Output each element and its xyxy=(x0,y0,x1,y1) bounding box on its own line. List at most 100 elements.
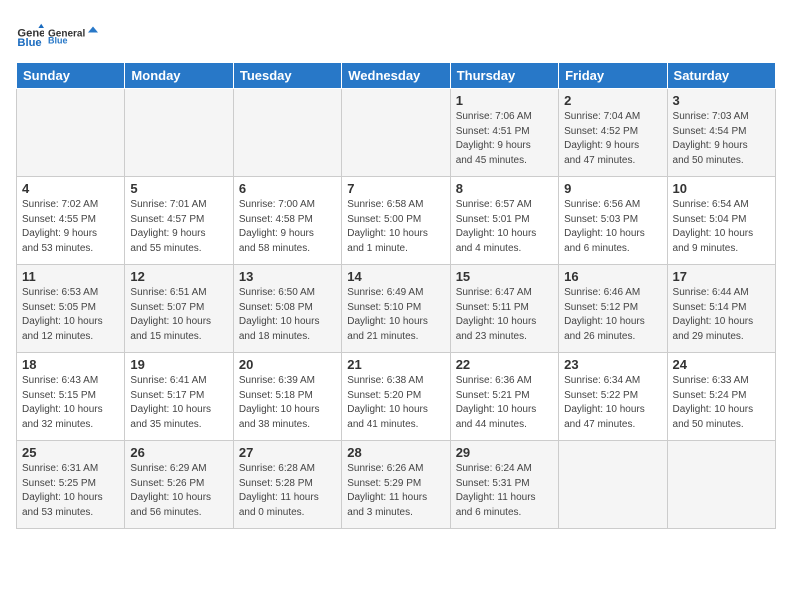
day-info: Sunrise: 6:56 AM Sunset: 5:03 PM Dayligh… xyxy=(564,198,661,256)
day-number: 13 xyxy=(239,269,336,284)
day-number: 6 xyxy=(239,181,336,196)
day-info: Sunrise: 6:44 AM Sunset: 5:14 PM Dayligh… xyxy=(673,286,770,344)
day-number: 15 xyxy=(456,269,553,284)
day-info: Sunrise: 6:50 AM Sunset: 5:08 PM Dayligh… xyxy=(239,286,336,344)
calendar-day-6: 6 Sunrise: 7:00 AM Sunset: 4:58 PM Daylig… xyxy=(233,177,341,265)
calendar-week-row: 1 Sunrise: 7:06 AM Sunset: 4:51 PM Daylig… xyxy=(17,89,776,177)
day-number: 1 xyxy=(456,93,553,108)
day-number: 19 xyxy=(130,357,227,372)
day-info: Sunrise: 6:34 AM Sunset: 5:22 PM Dayligh… xyxy=(564,374,661,432)
calendar-day-23: 23 Sunrise: 6:34 AM Sunset: 5:22 PM Dayli… xyxy=(559,353,667,441)
day-info: Sunrise: 6:39 AM Sunset: 5:18 PM Dayligh… xyxy=(239,374,336,432)
day-number: 26 xyxy=(130,445,227,460)
calendar-day-7: 7 Sunrise: 6:58 AM Sunset: 5:00 PM Daylig… xyxy=(342,177,450,265)
day-number: 23 xyxy=(564,357,661,372)
calendar-day-18: 18 Sunrise: 6:43 AM Sunset: 5:15 PM Dayli… xyxy=(17,353,125,441)
calendar-day-10: 10 Sunrise: 6:54 AM Sunset: 5:04 PM Dayli… xyxy=(667,177,775,265)
calendar-day-15: 15 Sunrise: 6:47 AM Sunset: 5:11 PM Dayli… xyxy=(450,265,558,353)
calendar-day-8: 8 Sunrise: 6:57 AM Sunset: 5:01 PM Daylig… xyxy=(450,177,558,265)
calendar-day-28: 28 Sunrise: 6:26 AM Sunset: 5:29 PM Dayli… xyxy=(342,441,450,529)
day-number: 29 xyxy=(456,445,553,460)
day-info: Sunrise: 6:58 AM Sunset: 5:00 PM Dayligh… xyxy=(347,198,444,256)
day-number: 18 xyxy=(22,357,119,372)
day-number: 20 xyxy=(239,357,336,372)
day-info: Sunrise: 6:54 AM Sunset: 5:04 PM Dayligh… xyxy=(673,198,770,256)
day-info: Sunrise: 6:36 AM Sunset: 5:21 PM Dayligh… xyxy=(456,374,553,432)
logo-svg: General Blue xyxy=(48,16,98,54)
weekday-header-tuesday: Tuesday xyxy=(233,63,341,89)
calendar-day-9: 9 Sunrise: 6:56 AM Sunset: 5:03 PM Daylig… xyxy=(559,177,667,265)
day-info: Sunrise: 6:41 AM Sunset: 5:17 PM Dayligh… xyxy=(130,374,227,432)
calendar-day-21: 21Sunrise: 6:38 AM Sunset: 5:20 PM Dayli… xyxy=(342,353,450,441)
day-info: Sunrise: 6:57 AM Sunset: 5:01 PM Dayligh… xyxy=(456,198,553,256)
svg-text:Blue: Blue xyxy=(48,36,68,46)
calendar-day-19: 19 Sunrise: 6:41 AM Sunset: 5:17 PM Dayli… xyxy=(125,353,233,441)
logo-wordmark: General Blue xyxy=(48,16,98,54)
day-number: 25 xyxy=(22,445,119,460)
weekday-header-sunday: Sunday xyxy=(17,63,125,89)
day-number: 9 xyxy=(564,181,661,196)
logo: General Blue General Blue xyxy=(16,16,98,54)
calendar-empty-cell xyxy=(17,89,125,177)
calendar-day-1: 1 Sunrise: 7:06 AM Sunset: 4:51 PM Daylig… xyxy=(450,89,558,177)
day-number: 2 xyxy=(564,93,661,108)
day-info: Sunrise: 7:06 AM Sunset: 4:51 PM Dayligh… xyxy=(456,110,553,168)
calendar-body: 1 Sunrise: 7:06 AM Sunset: 4:51 PM Daylig… xyxy=(17,89,776,529)
day-number: 7 xyxy=(347,181,444,196)
day-info: Sunrise: 7:02 AM Sunset: 4:55 PM Dayligh… xyxy=(22,198,119,256)
day-number: 16 xyxy=(564,269,661,284)
day-number: 3 xyxy=(673,93,770,108)
day-info: Sunrise: 6:49 AM Sunset: 5:10 PM Dayligh… xyxy=(347,286,444,344)
calendar-day-5: 5Sunrise: 7:01 AM Sunset: 4:57 PM Daylig… xyxy=(125,177,233,265)
calendar-empty-cell xyxy=(667,441,775,529)
svg-text:Blue: Blue xyxy=(17,37,41,49)
day-info: Sunrise: 7:00 AM Sunset: 4:58 PM Dayligh… xyxy=(239,198,336,256)
calendar-empty-cell xyxy=(342,89,450,177)
day-info: Sunrise: 6:43 AM Sunset: 5:15 PM Dayligh… xyxy=(22,374,119,432)
day-number: 10 xyxy=(673,181,770,196)
weekday-header-wednesday: Wednesday xyxy=(342,63,450,89)
calendar-day-12: 12 Sunrise: 6:51 AM Sunset: 5:07 PM Dayli… xyxy=(125,265,233,353)
day-info: Sunrise: 7:03 AM Sunset: 4:54 PM Dayligh… xyxy=(673,110,770,168)
calendar-day-24: 24 Sunrise: 6:33 AM Sunset: 5:24 PM Dayli… xyxy=(667,353,775,441)
calendar-day-2: 2 Sunrise: 7:04 AM Sunset: 4:52 PM Daylig… xyxy=(559,89,667,177)
calendar-week-row: 25Sunrise: 6:31 AM Sunset: 5:25 PM Dayli… xyxy=(17,441,776,529)
day-number: 8 xyxy=(456,181,553,196)
calendar-day-20: 20 Sunrise: 6:39 AM Sunset: 5:18 PM Dayli… xyxy=(233,353,341,441)
calendar-empty-cell xyxy=(559,441,667,529)
calendar-day-26: 26 Sunrise: 6:29 AM Sunset: 5:26 PM Dayli… xyxy=(125,441,233,529)
day-info: Sunrise: 7:04 AM Sunset: 4:52 PM Dayligh… xyxy=(564,110,661,168)
calendar-day-22: 22Sunrise: 6:36 AM Sunset: 5:21 PM Dayli… xyxy=(450,353,558,441)
day-number: 11 xyxy=(22,269,119,284)
day-number: 21 xyxy=(347,357,444,372)
day-number: 14 xyxy=(347,269,444,284)
day-info: Sunrise: 6:28 AM Sunset: 5:28 PM Dayligh… xyxy=(239,462,336,520)
calendar-day-17: 17 Sunrise: 6:44 AM Sunset: 5:14 PM Dayli… xyxy=(667,265,775,353)
day-number: 28 xyxy=(347,445,444,460)
day-info: Sunrise: 6:53 AM Sunset: 5:05 PM Dayligh… xyxy=(22,286,119,344)
day-info: Sunrise: 6:24 AM Sunset: 5:31 PM Dayligh… xyxy=(456,462,553,520)
calendar-day-27: 27Sunrise: 6:28 AM Sunset: 5:28 PM Dayli… xyxy=(233,441,341,529)
calendar-week-row: 18 Sunrise: 6:43 AM Sunset: 5:15 PM Dayli… xyxy=(17,353,776,441)
weekday-header-friday: Friday xyxy=(559,63,667,89)
calendar-empty-cell xyxy=(125,89,233,177)
logo-icon: General Blue xyxy=(16,21,44,49)
day-info: Sunrise: 6:26 AM Sunset: 5:29 PM Dayligh… xyxy=(347,462,444,520)
calendar-table: SundayMondayTuesdayWednesdayThursdayFrid… xyxy=(16,62,776,529)
calendar-day-11: 11 Sunrise: 6:53 AM Sunset: 5:05 PM Dayli… xyxy=(17,265,125,353)
calendar-day-4: 4Sunrise: 7:02 AM Sunset: 4:55 PM Daylig… xyxy=(17,177,125,265)
day-info: Sunrise: 6:29 AM Sunset: 5:26 PM Dayligh… xyxy=(130,462,227,520)
day-number: 17 xyxy=(673,269,770,284)
calendar-day-25: 25Sunrise: 6:31 AM Sunset: 5:25 PM Dayli… xyxy=(17,441,125,529)
day-number: 24 xyxy=(673,357,770,372)
day-number: 12 xyxy=(130,269,227,284)
calendar-day-13: 13 Sunrise: 6:50 AM Sunset: 5:08 PM Dayli… xyxy=(233,265,341,353)
day-info: Sunrise: 6:33 AM Sunset: 5:24 PM Dayligh… xyxy=(673,374,770,432)
calendar-day-3: 3 Sunrise: 7:03 AM Sunset: 4:54 PM Daylig… xyxy=(667,89,775,177)
day-info: Sunrise: 6:51 AM Sunset: 5:07 PM Dayligh… xyxy=(130,286,227,344)
calendar-header: SundayMondayTuesdayWednesdayThursdayFrid… xyxy=(17,63,776,89)
calendar-week-row: 11 Sunrise: 6:53 AM Sunset: 5:05 PM Dayli… xyxy=(17,265,776,353)
day-info: Sunrise: 6:47 AM Sunset: 5:11 PM Dayligh… xyxy=(456,286,553,344)
calendar-day-16: 16Sunrise: 6:46 AM Sunset: 5:12 PM Dayli… xyxy=(559,265,667,353)
calendar-empty-cell xyxy=(233,89,341,177)
